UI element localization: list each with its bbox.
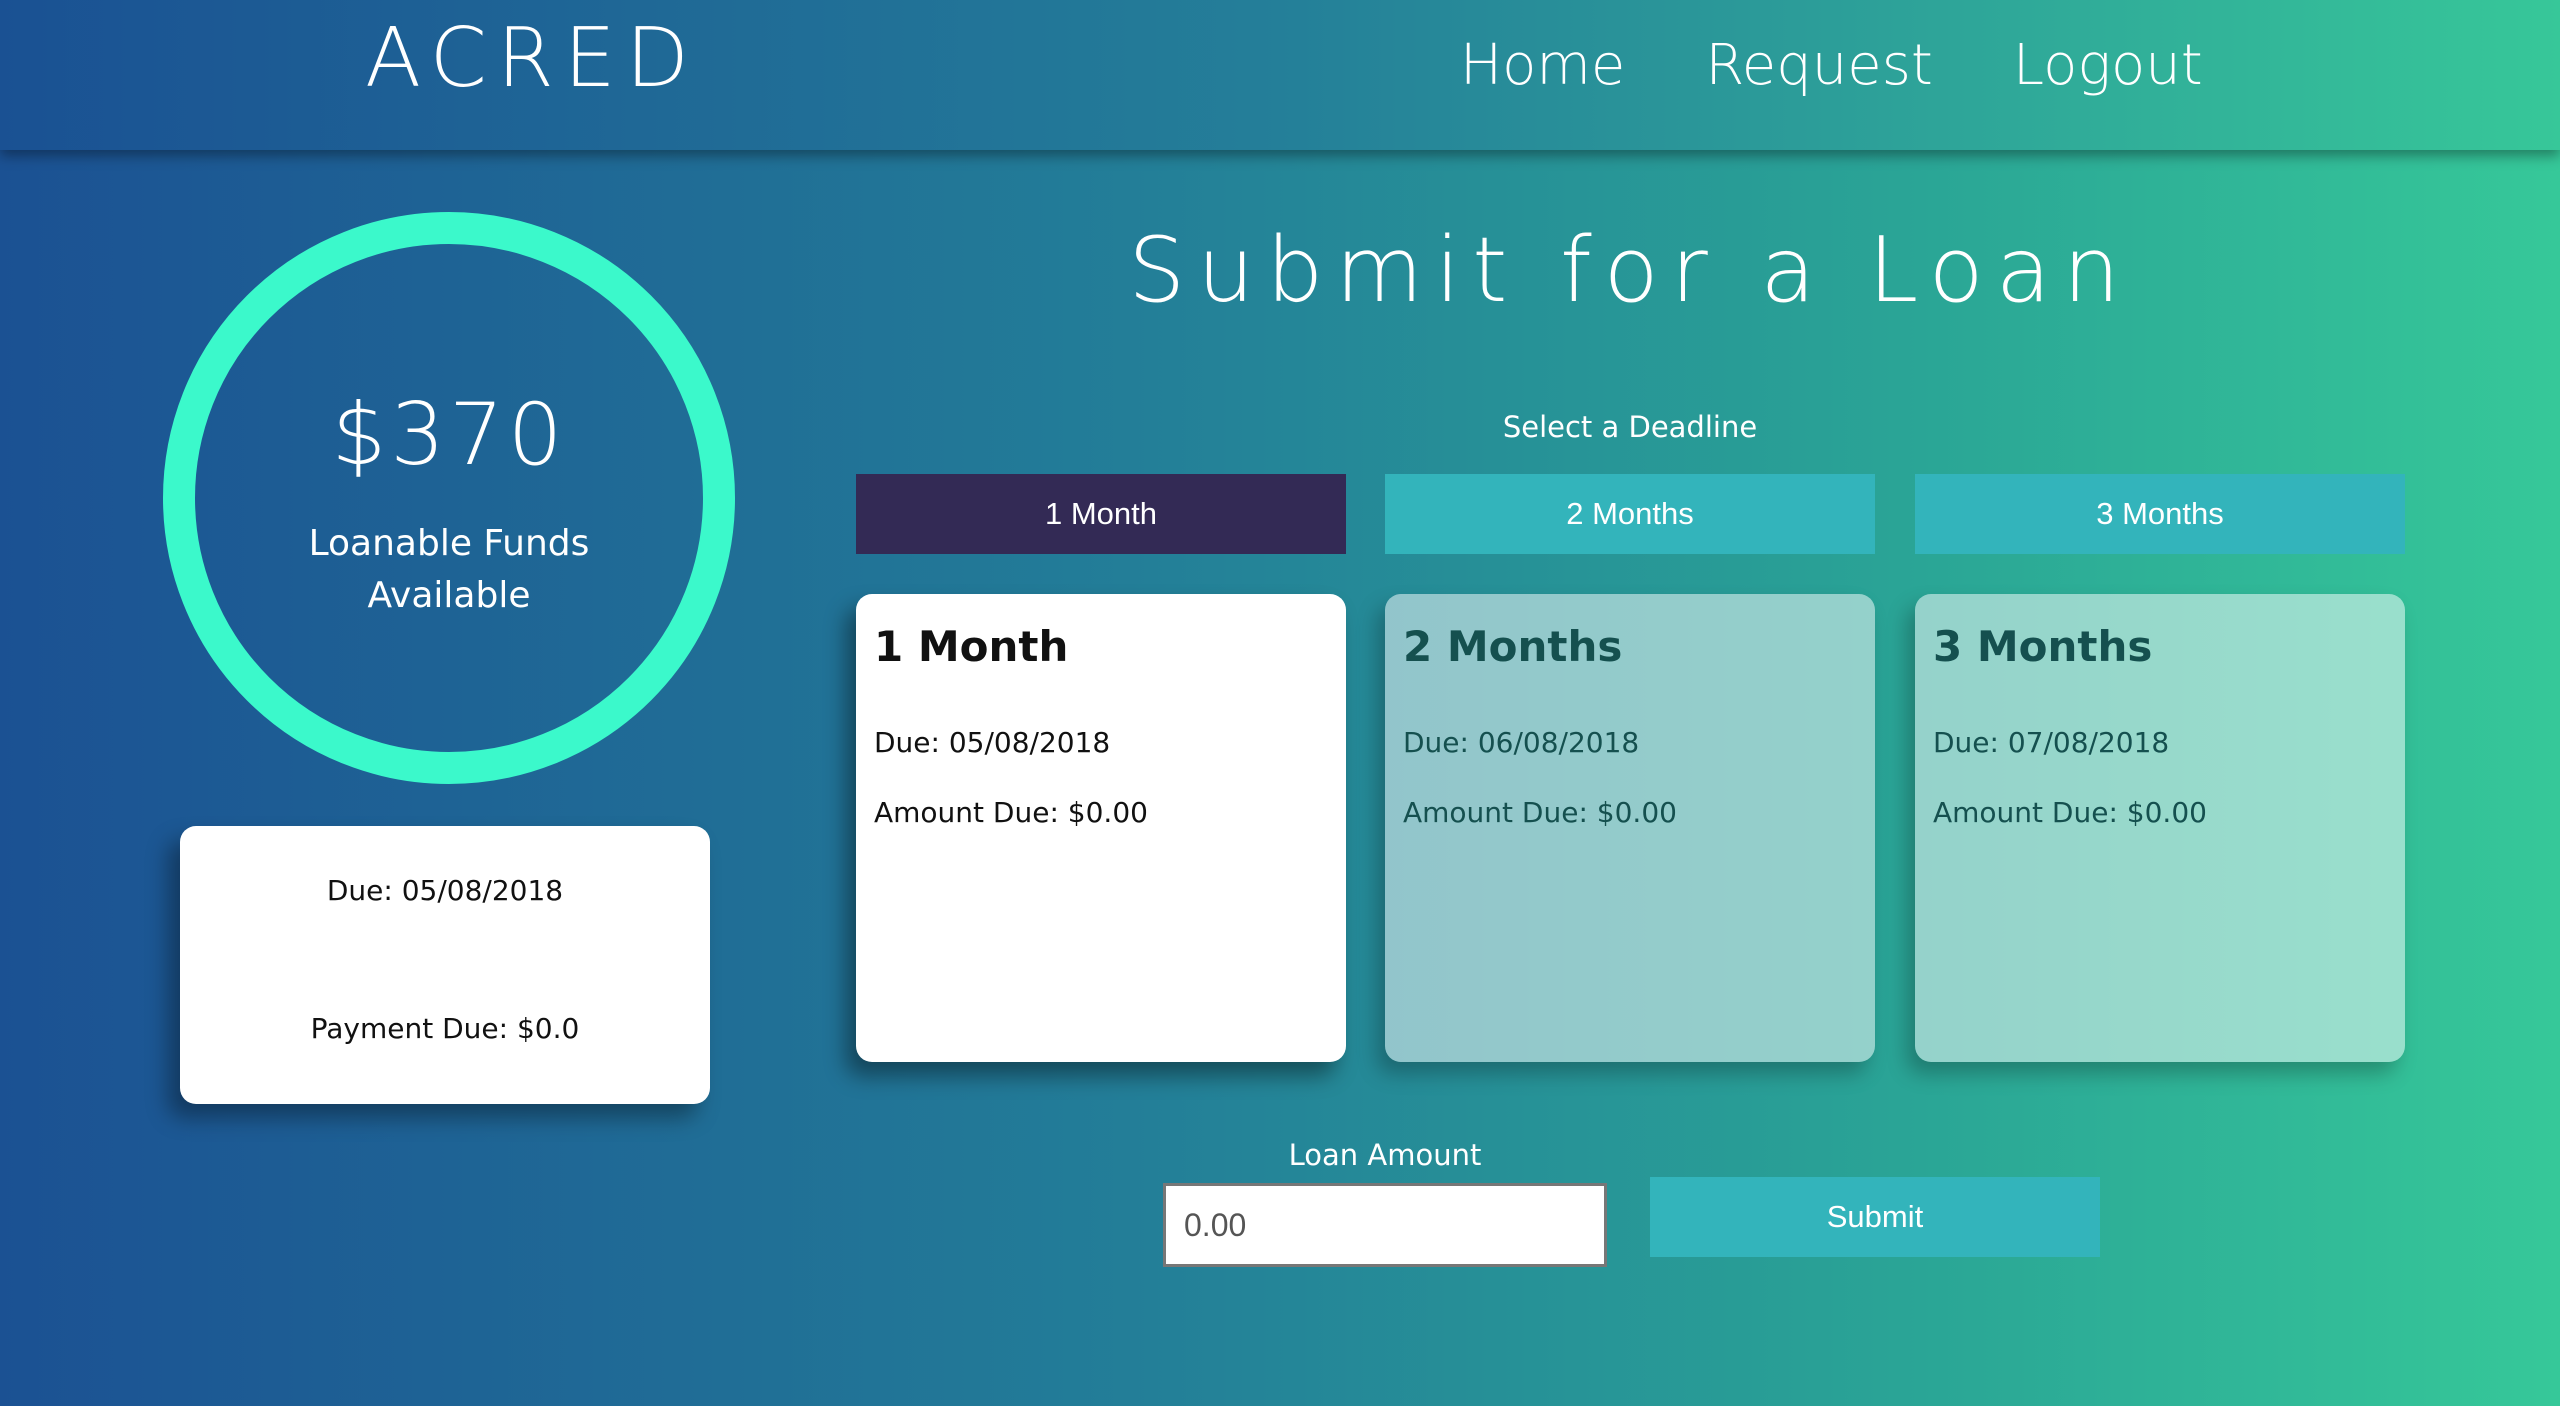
payment-summary-card: Due: 05/08/2018 Payment Due: $0.0 xyxy=(180,826,710,1104)
loan-amount-input[interactable] xyxy=(1163,1183,1607,1267)
page-title: Submit for a Loan xyxy=(1128,218,2132,323)
loan-amount-label: Loan Amount xyxy=(1288,1138,1482,1172)
plan-card-title: 3 Months xyxy=(1933,622,2153,671)
submit-button[interactable]: Submit xyxy=(1650,1177,2100,1257)
app-logo[interactable]: ACRED xyxy=(365,18,699,100)
plan-card-due-date: Due: 06/08/2018 xyxy=(1403,726,1640,759)
payment-due-amount: Payment Due: $0.0 xyxy=(310,1012,580,1045)
nav-links: Home Request Logout xyxy=(1460,38,2203,94)
tab-2-months[interactable]: 2 Months xyxy=(1385,474,1875,554)
loanable-funds-label: Loanable Funds Available xyxy=(308,523,590,616)
tab-3-months[interactable]: 3 Months xyxy=(1915,474,2405,554)
nav-request-link[interactable]: Request xyxy=(1705,38,1932,94)
plan-card-amount-due: Amount Due: $0.00 xyxy=(1933,796,2207,829)
deadline-label: Select a Deadline xyxy=(1502,410,1758,444)
nav-logout-link[interactable]: Logout xyxy=(2013,38,2203,94)
tab-1-month[interactable]: 1 Month xyxy=(856,474,1346,554)
nav-home-link[interactable]: Home xyxy=(1460,38,1625,94)
plan-card-due-date: Due: 05/08/2018 xyxy=(874,726,1111,759)
plan-card-amount-due: Amount Due: $0.00 xyxy=(1403,796,1677,829)
top-navbar: ACRED Home Request Logout xyxy=(0,0,2560,150)
payment-due-date: Due: 05/08/2018 xyxy=(326,874,564,907)
plan-card-title: 2 Months xyxy=(1403,622,1623,671)
plan-card-1-month[interactable]: 1 Month Due: 05/08/2018 Amount Due: $0.0… xyxy=(856,594,1346,1062)
plan-card-amount-due: Amount Due: $0.00 xyxy=(874,796,1148,829)
loanable-funds-amount: $370 xyxy=(331,385,567,485)
plan-card-title: 1 Month xyxy=(874,622,1069,671)
loanable-funds-circle: $370 Loanable Funds Available xyxy=(163,212,735,784)
plan-card-3-months[interactable]: 3 Months Due: 07/08/2018 Amount Due: $0.… xyxy=(1915,594,2405,1062)
plan-card-due-date: Due: 07/08/2018 xyxy=(1933,726,2170,759)
plan-card-2-months[interactable]: 2 Months Due: 06/08/2018 Amount Due: $0.… xyxy=(1385,594,1875,1062)
